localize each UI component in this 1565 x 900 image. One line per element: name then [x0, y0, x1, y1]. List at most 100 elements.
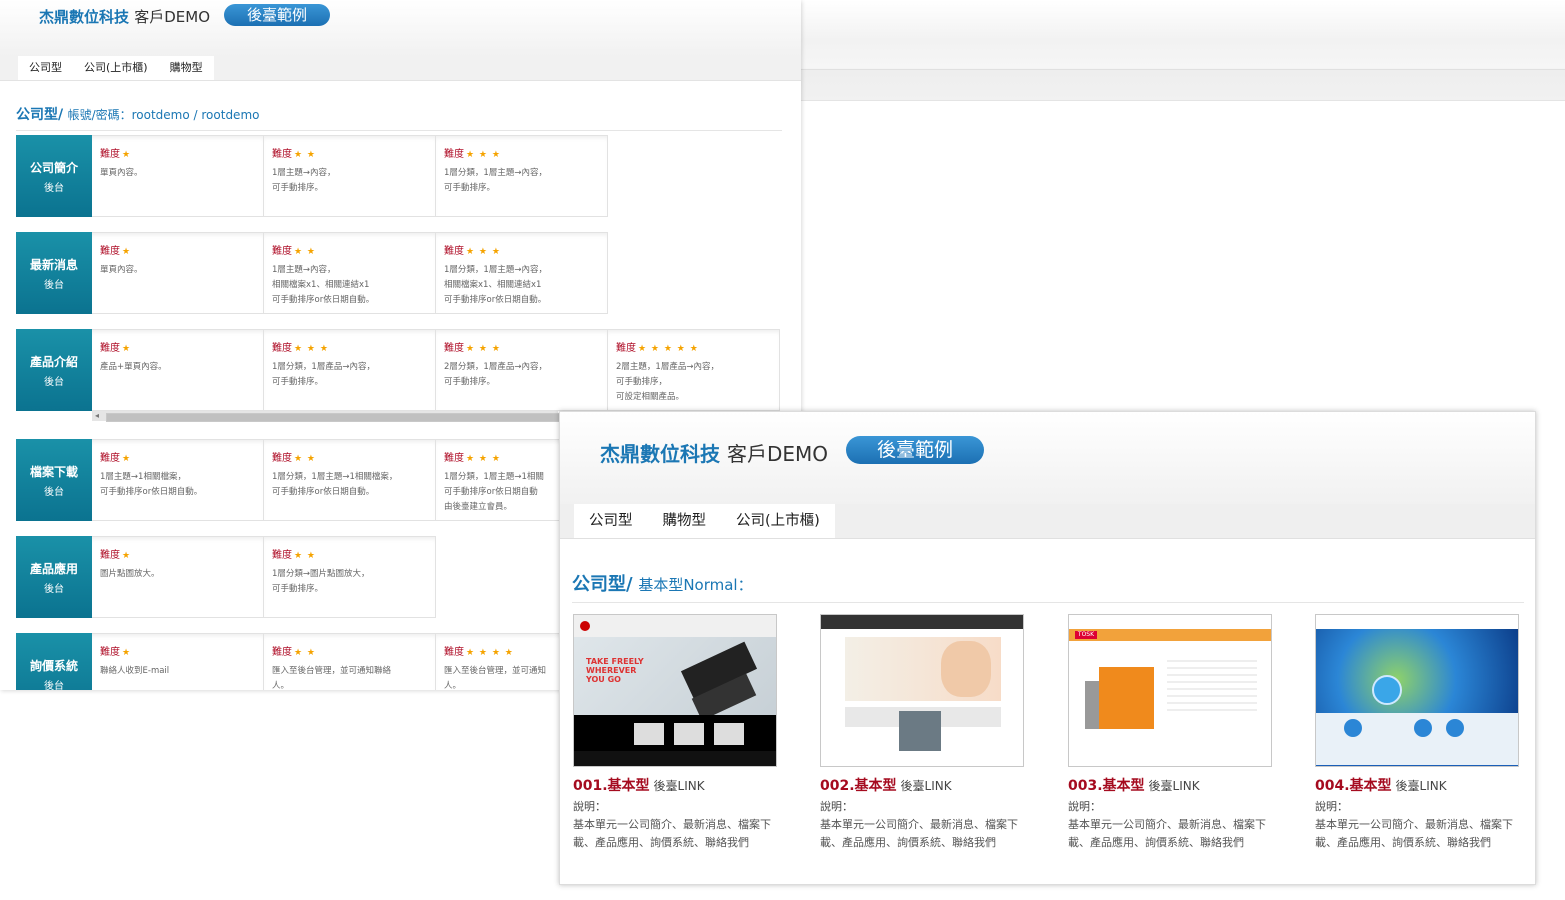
level-description: 圖片點圖放大。 — [100, 569, 160, 579]
tab-listed-company[interactable]: 公司(上市櫃) — [73, 56, 159, 80]
difficulty-label: 難度 ★ — [100, 647, 132, 658]
brand-name: 杰鼎數位科技 — [600, 442, 720, 466]
tab-company[interactable]: 公司型 — [574, 504, 648, 538]
section-title: 公司型/ 帳號/密碼：rootdemo / rootdemo — [16, 104, 259, 124]
backend-link[interactable]: 後臺LINK — [654, 779, 705, 793]
template-thumbnail[interactable] — [1315, 614, 1519, 767]
feature-row-label: 詢價系統 後台 — [16, 633, 92, 690]
difficulty-stars-icon: ★ ★ ★ — [466, 247, 501, 257]
feature-level-cell: 難度 ★ ★ ★ 2層分類，1層產品→內容， 可手動排序。 — [436, 329, 608, 411]
site-brand[interactable]: 杰鼎數位科技 客戶DEMO — [39, 6, 210, 27]
backend-link[interactable]: 後臺LINK — [1396, 779, 1447, 793]
difficulty-stars-icon: ★ ★ — [294, 247, 316, 257]
feature-sub: 後台 — [44, 279, 64, 291]
tab-listed-company[interactable]: 公司(上市櫃) — [721, 504, 835, 538]
level-description: 聯絡人收到E-mail — [100, 666, 170, 676]
difficulty-label: 難度 ★ — [100, 453, 132, 464]
difficulty-stars-icon: ★ ★ — [294, 648, 316, 658]
card-title[interactable]: 001.基本型 — [573, 778, 650, 794]
feature-sub: 後台 — [44, 680, 64, 691]
scroll-left-icon[interactable]: ◂ — [95, 411, 99, 421]
difficulty-label: 難度 ★ — [100, 550, 132, 561]
template-card: TAKE FREELY WHEREVER YOU GO 001.基本型 後臺LIN… — [573, 614, 783, 852]
difficulty-label: 難度 ★ — [100, 343, 132, 354]
difficulty-stars-icon: ★ — [122, 150, 132, 160]
difficulty-label: 難度 ★ ★ — [272, 550, 316, 561]
feature-row-label: 最新消息 後台 — [16, 232, 92, 314]
difficulty-label: 難度 ★ ★ — [272, 246, 316, 257]
site-header: 杰鼎數位科技 客戶DEMO 後臺範例 — [560, 412, 1535, 505]
card-description: 基本單元一公司簡介、最新消息、檔案下載、產品應用、詢價系統、聯絡我們 — [820, 818, 1018, 849]
difficulty-label: 難度 ★ ★ — [272, 453, 316, 464]
level-description: 1層分類，1層主題→內容， 可手動排序。 — [444, 168, 547, 193]
card-title[interactable]: 002.基本型 — [820, 778, 897, 794]
level-description: 2層主題，1層產品→內容， 可手動排序， 可設定相關產品。 — [616, 362, 719, 402]
difficulty-stars-icon: ★ ★ — [294, 454, 316, 464]
site-brand[interactable]: 杰鼎數位科技 客戶DEMO — [600, 438, 828, 467]
divider — [572, 602, 1524, 603]
level-description: 匯入至後台管理，並可通知 人。 — [444, 666, 547, 690]
feature-row-label: 檔案下載 後台 — [16, 439, 92, 521]
difficulty-label: 難度 ★ ★ ★ — [272, 343, 329, 354]
level-description: 單頁內容。 — [100, 265, 143, 275]
feature-row-label: 產品介紹 後台 — [16, 329, 92, 411]
feature-level-cell: 難度 ★ ★ ★ 1層分類，1層產品→內容， 可手動排序。 — [264, 329, 436, 411]
difficulty-stars-icon: ★ — [122, 247, 132, 257]
horizontal-scrollbar[interactable]: ◂ — [92, 411, 560, 422]
card-description: 基本單元一公司簡介、最新消息、檔案下載、產品應用、詢價系統、聯絡我們 — [573, 818, 771, 849]
card-label: 說明： — [820, 800, 853, 813]
brand-name: 杰鼎數位科技 — [39, 8, 130, 26]
difficulty-label: 難度 ★ ★ ★ — [444, 343, 501, 354]
card-label: 說明： — [1068, 800, 1101, 813]
tab-shopping[interactable]: 購物型 — [159, 56, 214, 80]
level-description: 1層分類→圖片點圖放大， 可手動排序。 — [272, 569, 370, 594]
tab-shopping[interactable]: 購物型 — [648, 504, 722, 538]
difficulty-stars-icon: ★ ★ ★ — [466, 344, 501, 354]
level-description: 匯入至後台管理，並可通知聯絡 人。 — [272, 666, 392, 690]
level-description: 產品+單頁內容。 — [100, 362, 167, 372]
feature-level-cell: 難度 ★ ★ 1層主題→內容， 相關檔案x1、相關連結x1 可手動排序or依日期自動… — [264, 232, 436, 314]
backend-example-badge[interactable]: 後臺範例 — [224, 4, 330, 26]
feature-sub: 後台 — [44, 376, 64, 388]
template-thumbnail[interactable]: TOSK — [1068, 614, 1272, 767]
feature-level-cell: 難度 ★ ★ ★ 1層分類，1層主題→內容， 可手動排序。 — [436, 135, 608, 217]
feature-level-cell: 難度 ★ ★ 1層分類→圖片點圖放大， 可手動排序。 — [264, 536, 436, 618]
scrollbar-thumb[interactable] — [106, 413, 560, 422]
card-title[interactable]: 004.基本型 — [1315, 778, 1392, 794]
demo-window-front: 杰鼎數位科技 客戶DEMO 後臺範例 公司型 購物型 公司(上市櫃) 公司型/ … — [559, 411, 1536, 885]
thumbnail-logo: TOSK — [1075, 631, 1097, 639]
feature-level-cell: 難度 ★ ★ 1層主題→內容， 可手動排序。 — [264, 135, 436, 217]
backend-link[interactable]: 後臺LINK — [1149, 779, 1200, 793]
tab-company[interactable]: 公司型 — [18, 56, 73, 80]
difficulty-stars-icon: ★ ★ — [294, 150, 316, 160]
nav-bar: 公司型 公司(上市櫃) 購物型 — [0, 56, 801, 81]
feature-name: 檔案下載 — [29, 464, 78, 479]
feature-row: 詢價系統 後台 難度 ★ 聯絡人收到E-mail 難度 ★ ★ 匯入至後台管理，並可通知聯絡 … — [16, 633, 608, 690]
template-thumbnail[interactable]: TAKE FREELY WHEREVER YOU GO — [573, 614, 777, 767]
brand-suffix: 客戶DEMO — [726, 442, 829, 466]
card-title[interactable]: 003.基本型 — [1068, 778, 1145, 794]
section-title: 公司型/ 基本型Normal： — [572, 570, 753, 596]
background-header-strip — [800, 0, 1565, 101]
difficulty-label: 難度 ★ ★ ★ — [444, 149, 501, 160]
difficulty-label: 難度 ★ ★ ★ — [444, 453, 501, 464]
feature-row: 公司簡介 後台 難度 ★ 單頁內容。 難度 ★ ★ 1層主題→內容， 可手動排序。 難度 ★ ★ … — [16, 135, 608, 217]
template-thumbnail[interactable] — [820, 614, 1024, 767]
backend-example-badge[interactable]: 後臺範例 — [846, 436, 984, 464]
nav-bar: 公司型 購物型 公司(上市櫃) — [560, 504, 1535, 539]
backend-link[interactable]: 後臺LINK — [901, 779, 952, 793]
feature-sub: 後台 — [44, 486, 64, 498]
feature-level-cell: 難度 ★ 聯絡人收到E-mail — [92, 633, 264, 690]
feature-level-cell: 難度 ★ ★ 匯入至後台管理，並可通知聯絡 人。 — [264, 633, 436, 690]
difficulty-stars-icon: ★ ★ ★ ★ — [466, 648, 514, 658]
level-description: 1層主題→內容， 可手動排序。 — [272, 168, 336, 193]
difficulty-label: 難度 ★ ★ — [272, 149, 316, 160]
divider — [16, 130, 782, 131]
section-title-main: 公司型/ — [16, 107, 64, 123]
level-description: 單頁內容。 — [100, 168, 143, 178]
thumbnail-slogan: TAKE FREELY WHEREVER YOU GO — [586, 657, 644, 684]
feature-name: 最新消息 — [29, 257, 78, 272]
template-card: 004.基本型 後臺LINK 說明： 基本單元一公司簡介、最新消息、檔案下載、產品… — [1315, 614, 1525, 852]
difficulty-stars-icon: ★ — [122, 454, 132, 464]
difficulty-stars-icon: ★ ★ ★ — [466, 454, 501, 464]
